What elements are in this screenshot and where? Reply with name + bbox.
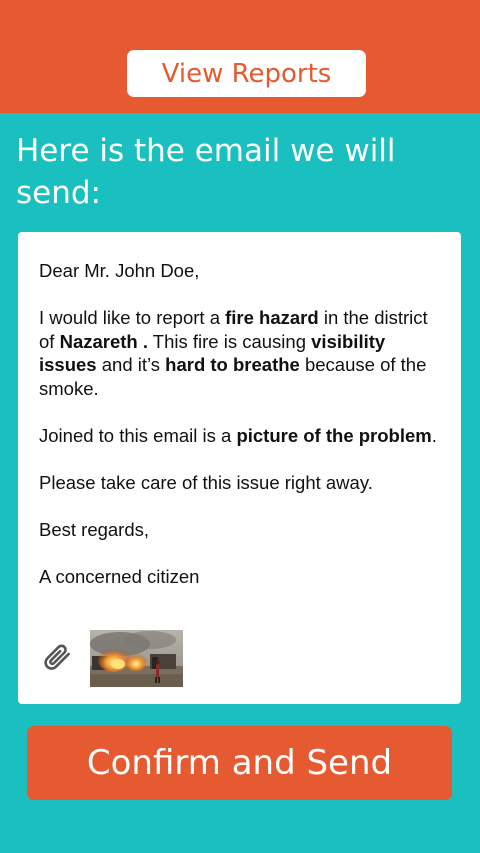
email-paragraph-report: I would like to report a fire hazard in …	[39, 307, 428, 399]
attachment-mention: picture of the problem	[236, 424, 432, 446]
fire-photo-thumbnail[interactable]	[90, 630, 183, 687]
paperclip-icon[interactable]	[38, 639, 78, 679]
email-greeting: Dear Mr. John Doe,	[39, 260, 200, 281]
district-name: Nazareth .	[59, 330, 148, 352]
top-bar: View Reports	[0, 0, 480, 113]
email-closing: Best regards,	[39, 518, 150, 540]
view-reports-button[interactable]: View Reports	[127, 50, 366, 97]
email-signature: A concerned citizen	[39, 565, 200, 587]
issue-breathing: hard to breathe	[165, 354, 300, 375]
intro-heading: Here is the email we will send:	[16, 133, 396, 211]
hazard-type: fire hazard	[225, 307, 319, 328]
email-paragraph-attachment: Joined to this email is a picture of the…	[39, 424, 437, 446]
email-preview-card: Dear Mr. John Doe, I would like to repor…	[18, 232, 461, 704]
email-paragraph-request: Please take care of this issue right awa…	[39, 471, 373, 493]
attachment-row	[38, 630, 183, 687]
confirm-and-send-button[interactable]: Confirm and Send	[27, 726, 452, 800]
